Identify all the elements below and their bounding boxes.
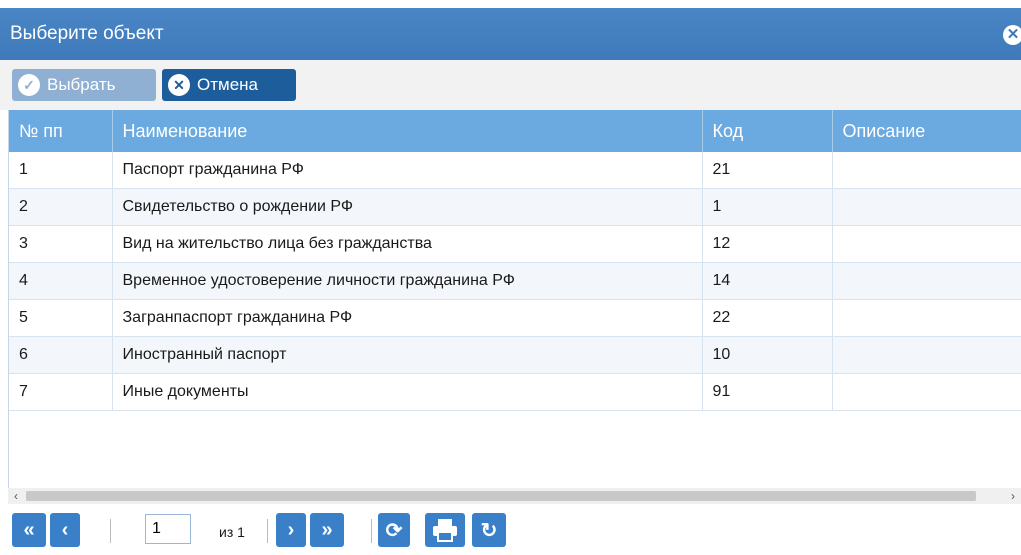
column-header-code[interactable]: Код bbox=[702, 110, 833, 152]
print-icon[interactable] bbox=[425, 513, 465, 547]
select-button-label: Выбрать bbox=[47, 75, 116, 94]
table-row[interactable]: 6 Иностранный паспорт 10 bbox=[9, 336, 1021, 374]
page-count-label: из 1 bbox=[219, 524, 245, 540]
cell-number: 3 bbox=[9, 225, 113, 263]
cell-code: 1 bbox=[702, 188, 833, 226]
cell-description bbox=[832, 262, 1021, 300]
pagination-bar: « ‹ из 1 › » ⟳ ↻ bbox=[0, 505, 1021, 555]
cell-name: Загранпаспорт гражданина РФ bbox=[112, 299, 703, 337]
column-header-name[interactable]: Наименование bbox=[112, 110, 703, 152]
scroll-left-icon[interactable]: ‹ bbox=[8, 488, 24, 504]
prev-page-icon[interactable]: ‹ bbox=[50, 513, 80, 547]
divider bbox=[371, 519, 372, 543]
cell-code: 12 bbox=[702, 225, 833, 263]
reload-icon[interactable]: ↻ bbox=[472, 513, 506, 547]
last-page-icon[interactable]: » bbox=[310, 513, 344, 547]
table-row[interactable]: 4 Временное удостоверение личности гражд… bbox=[9, 262, 1021, 300]
check-circle-icon: ✓ bbox=[18, 74, 40, 96]
cell-description bbox=[832, 188, 1021, 226]
cell-number: 2 bbox=[9, 188, 113, 226]
horizontal-scrollbar[interactable]: ‹ › bbox=[8, 488, 1021, 504]
select-button[interactable]: ✓ Выбрать bbox=[12, 69, 156, 101]
page-number-input[interactable] bbox=[145, 514, 191, 544]
cell-name: Вид на жительство лица без гражданства bbox=[112, 225, 703, 263]
cancel-circle-icon: ✕ bbox=[168, 74, 190, 96]
scroll-right-icon[interactable]: › bbox=[1005, 488, 1021, 504]
close-icon[interactable]: ✕ bbox=[1003, 25, 1021, 45]
cell-description bbox=[832, 225, 1021, 263]
cell-code: 14 bbox=[702, 262, 833, 300]
table-row[interactable]: 5 Загранпаспорт гражданина РФ 22 bbox=[9, 299, 1021, 337]
next-page-icon[interactable]: › bbox=[276, 513, 306, 547]
cell-number: 7 bbox=[9, 373, 113, 411]
table-row[interactable]: 7 Иные документы 91 bbox=[9, 373, 1021, 411]
table-row[interactable]: 3 Вид на жительство лица без гражданства… bbox=[9, 225, 1021, 263]
cell-code: 22 bbox=[702, 299, 833, 337]
cell-description bbox=[832, 336, 1021, 374]
column-header-description[interactable]: Описание bbox=[832, 110, 1021, 152]
window-top-edge bbox=[0, 0, 1021, 8]
cell-number: 5 bbox=[9, 299, 113, 337]
divider bbox=[267, 519, 268, 543]
cell-name: Временное удостоверение личности граждан… bbox=[112, 262, 703, 300]
cell-name: Иные документы bbox=[112, 373, 703, 411]
scrollbar-thumb[interactable] bbox=[26, 491, 976, 501]
cell-description bbox=[832, 299, 1021, 337]
cancel-button[interactable]: ✕ Отмена bbox=[162, 69, 296, 101]
cell-number: 1 bbox=[9, 152, 113, 189]
cell-code: 91 bbox=[702, 373, 833, 411]
cell-code: 10 bbox=[702, 336, 833, 374]
print-glyph bbox=[433, 519, 457, 542]
cell-name: Свидетельство о рождении РФ bbox=[112, 188, 703, 226]
dialog-titlebar: Выберите объект ✕ bbox=[0, 8, 1021, 60]
cell-number: 6 bbox=[9, 336, 113, 374]
cell-name: Паспорт гражданина РФ bbox=[112, 152, 703, 189]
first-page-icon[interactable]: « bbox=[12, 513, 46, 547]
column-header-number[interactable]: № пп bbox=[9, 110, 113, 152]
divider bbox=[110, 519, 111, 543]
cell-description bbox=[832, 152, 1021, 189]
table-row[interactable]: 1 Паспорт гражданина РФ 21 bbox=[9, 152, 1021, 189]
dialog-title: Выберите объект bbox=[10, 23, 164, 44]
data-grid: № пп Наименование Код Описание 1 Паспорт… bbox=[8, 110, 1021, 488]
toolbar: ✓ Выбрать ✕ Отмена bbox=[0, 60, 1021, 110]
cancel-button-label: Отмена bbox=[197, 75, 258, 94]
refresh-icon[interactable]: ⟳ bbox=[378, 513, 410, 547]
cell-description bbox=[832, 373, 1021, 411]
cell-code: 21 bbox=[702, 152, 833, 189]
cell-number: 4 bbox=[9, 262, 113, 300]
table-row[interactable]: 2 Свидетельство о рождении РФ 1 bbox=[9, 188, 1021, 226]
cell-name: Иностранный паспорт bbox=[112, 336, 703, 374]
